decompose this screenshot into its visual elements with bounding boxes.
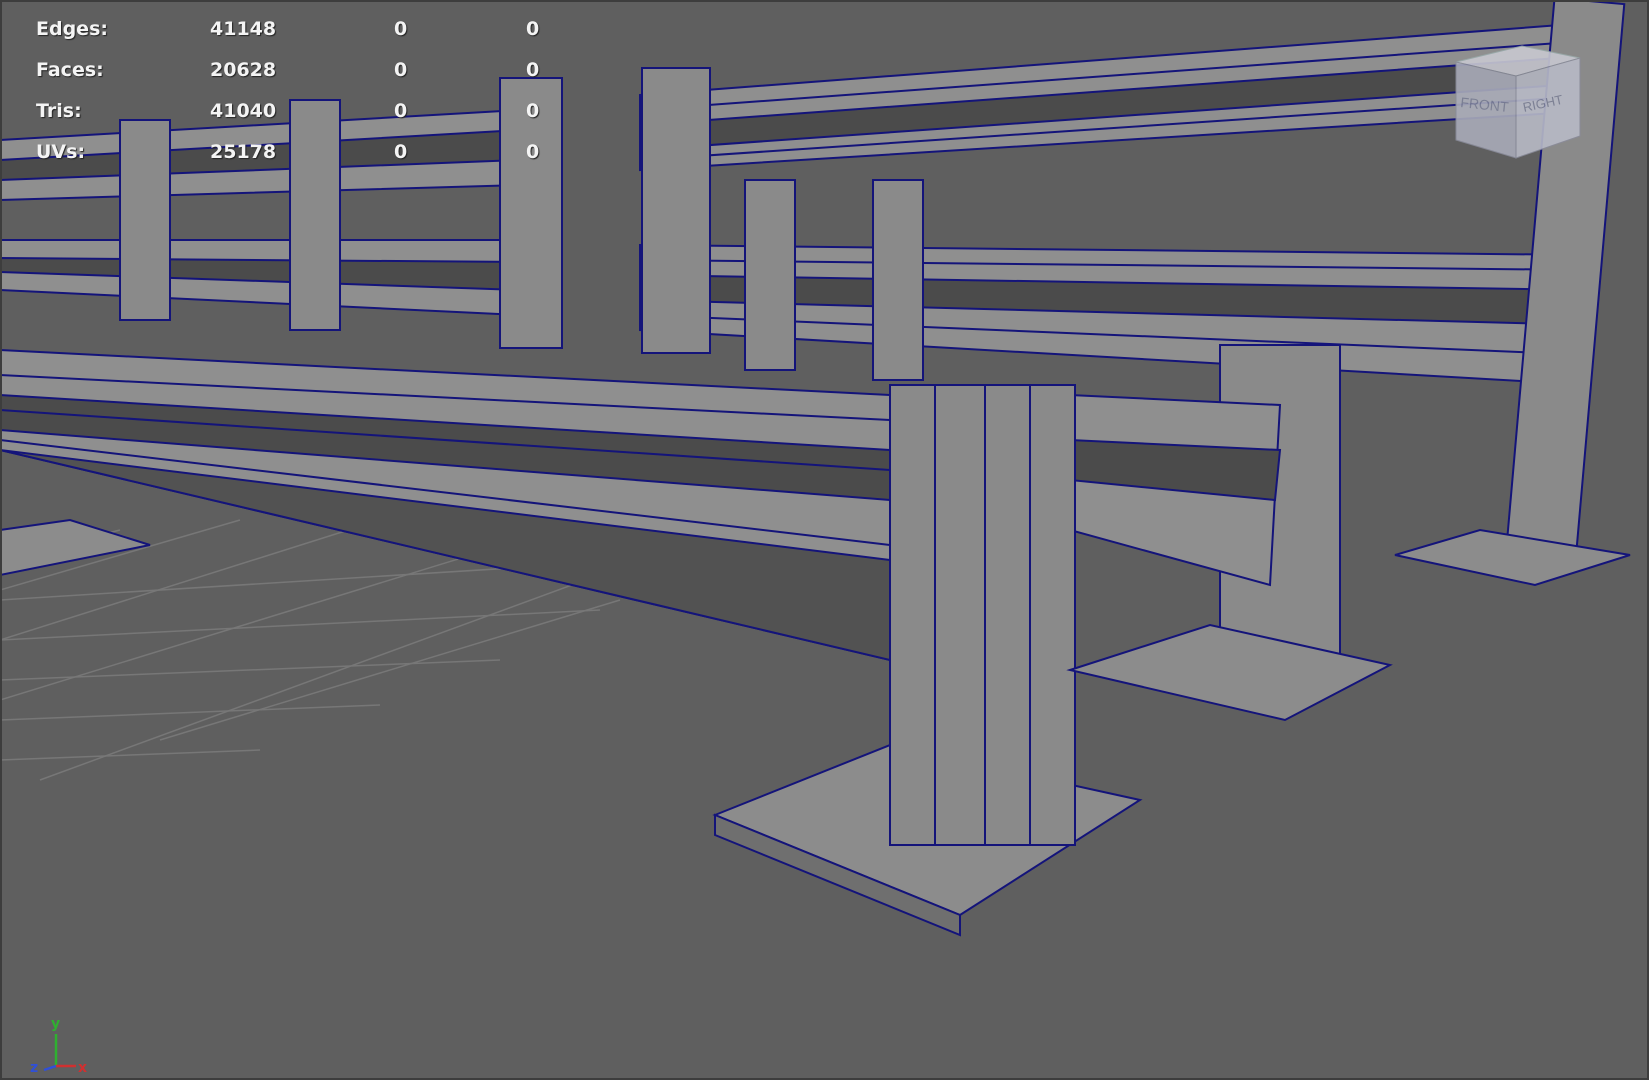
perspective-viewport[interactable]: Edges: 41148 0 0 Faces: 20628 0 0 Tris: … [0,0,1649,1080]
hud-row-faces: Faces: 20628 0 0 [36,59,556,100]
hud-total: 20628 [210,59,277,81]
hud-total: 41040 [210,100,277,122]
axis-x-label: x [78,1060,87,1076]
axis-z-line [43,1064,57,1072]
view-cube[interactable]: FRONT RIGHT [1452,42,1584,162]
hud-component: 0 [526,100,540,122]
axis-y-label: y [51,1016,60,1032]
hud-row-tris: Tris: 41040 0 0 [36,100,556,141]
hud-label: Edges: [36,18,108,40]
front-rail [0,348,1282,662]
hud-label: UVs: [36,141,86,163]
hud-row-uvs: UVs: 25178 0 0 [36,141,556,182]
hud-label: Tris: [36,100,82,122]
hud-total: 41148 [210,18,277,40]
axis-z-label: z [30,1060,38,1076]
hud-total: 25178 [210,141,277,163]
axis-indicator: y x z [30,1016,87,1076]
hud-component: 0 [526,141,540,163]
hud-component: 0 [526,59,540,81]
hud-selected: 0 [394,141,408,163]
hud-selected: 0 [394,100,408,122]
hud-component: 0 [526,18,540,40]
hud-selected: 0 [394,18,408,40]
hud-selected: 0 [394,59,408,81]
hud-row-edges: Edges: 41148 0 0 [36,18,556,59]
poly-count-hud: Edges: 41148 0 0 Faces: 20628 0 0 Tris: … [36,18,556,182]
hud-label: Faces: [36,59,104,81]
